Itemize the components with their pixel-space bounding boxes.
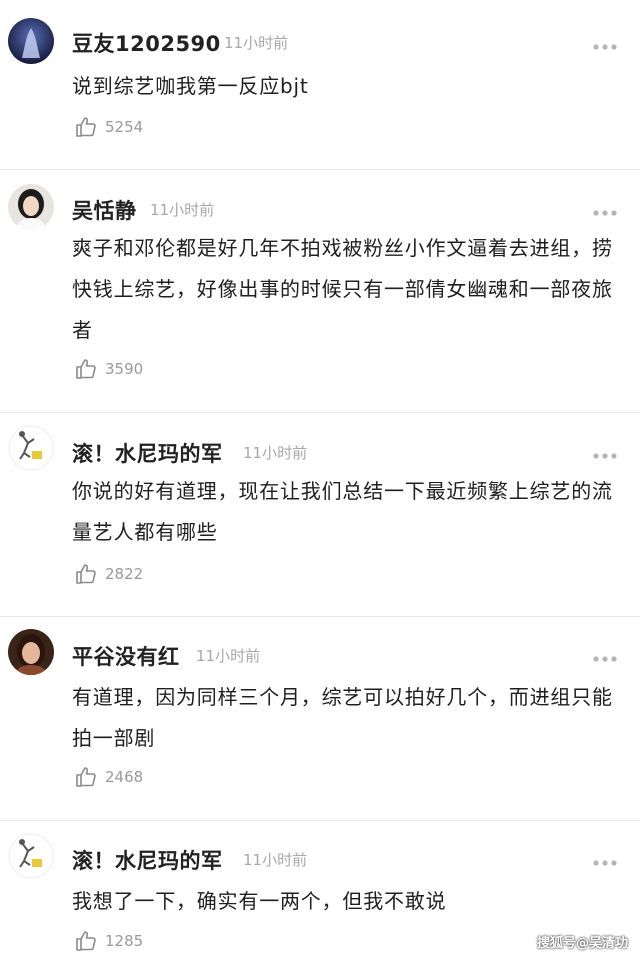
- timestamp: 11小时前: [243, 444, 308, 462]
- more-dots-icon[interactable]: [592, 852, 618, 866]
- thumbs-up-icon: [76, 359, 96, 379]
- like-count: 5254: [105, 118, 144, 136]
- more-dots-icon[interactable]: [592, 648, 618, 662]
- like-count: 1285: [105, 932, 144, 950]
- timestamp: 11小时前: [150, 201, 215, 219]
- comment-item: · 滚！水尼玛的军 11小时前 你说的好有道理，现在让我们总结一下最近频繁上综艺…: [0, 413, 640, 617]
- svg-text:·: ·: [14, 462, 16, 469]
- comment-text: 说到综艺咖我第一反应bjt: [72, 74, 309, 98]
- timestamp: 11小时前: [224, 34, 289, 52]
- watermark: 搜狐号@吴清功: [536, 936, 628, 951]
- comment-text: 我想了一下，确实有一两个，但我不敢说: [72, 889, 447, 913]
- username[interactable]: 滚！水尼玛的军: [72, 845, 223, 875]
- username[interactable]: 豆友1202590: [72, 28, 221, 58]
- comment-text: 爽子和邓伦都是好几年不拍戏被粉丝小作文逼着去进组，捞快钱上综艺，好像出事的时候只…: [72, 236, 613, 342]
- username[interactable]: 滚！水尼玛的军: [72, 438, 223, 468]
- more-dots-icon[interactable]: [592, 202, 618, 216]
- timestamp: 11小时前: [196, 647, 261, 665]
- comment-item: 吴恬静 11小时前 爽子和邓伦都是好几年不拍戏被粉丝小作文逼着去进组，捞快钱上综…: [0, 170, 640, 413]
- username[interactable]: 吴恬静: [72, 195, 137, 225]
- like-button[interactable]: 5254: [72, 115, 162, 141]
- more-dots-icon[interactable]: [592, 36, 618, 50]
- more-dots-icon[interactable]: [592, 445, 618, 459]
- like-button[interactable]: 2822: [72, 562, 162, 588]
- username[interactable]: 平谷没有红: [72, 641, 180, 671]
- thumbs-up-icon: [76, 117, 96, 137]
- timestamp: 11小时前: [243, 851, 308, 869]
- avatar[interactable]: [8, 833, 54, 879]
- like-button[interactable]: 2468: [72, 765, 162, 791]
- like-button[interactable]: 3590: [72, 357, 162, 383]
- like-count: 2468: [105, 768, 144, 786]
- comment-text: 有道理，因为同样三个月，综艺可以拍好几个，而进组只能拍一部剧: [72, 685, 613, 750]
- avatar[interactable]: [8, 629, 54, 675]
- avatar[interactable]: ·: [8, 425, 54, 471]
- comment-text: 你说的好有道理，现在让我们总结一下最近频繁上综艺的流量艺人都有哪些: [72, 479, 613, 544]
- thumbs-up-icon: [76, 931, 96, 951]
- comment-item: 平谷没有红 11小时前 有道理，因为同样三个月，综艺可以拍好几个，而进组只能拍一…: [0, 617, 640, 821]
- avatar[interactable]: [8, 184, 54, 230]
- like-count: 2822: [105, 565, 144, 583]
- like-button[interactable]: 1285: [72, 929, 162, 955]
- avatar[interactable]: [8, 18, 54, 64]
- thumbs-up-icon: [76, 564, 96, 584]
- thumbs-up-icon: [76, 767, 96, 787]
- comment-item: 豆友1202590 11小时前 说到综艺咖我第一反应bjt 5254: [0, 0, 640, 170]
- like-count: 3590: [105, 360, 144, 378]
